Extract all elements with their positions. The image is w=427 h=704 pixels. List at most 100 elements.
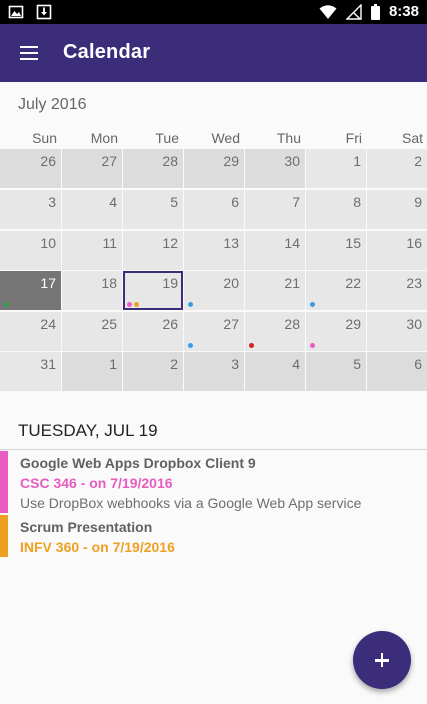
day-number: 2 bbox=[170, 356, 178, 372]
day-cell[interactable]: 7 bbox=[245, 190, 305, 229]
day-number: 29 bbox=[223, 153, 239, 169]
day-number: 1 bbox=[353, 153, 361, 169]
day-cell[interactable]: 26 bbox=[123, 312, 183, 351]
day-cell[interactable]: 23 bbox=[367, 271, 427, 310]
weekday-label: Wed bbox=[211, 130, 240, 146]
day-number: 4 bbox=[292, 356, 300, 372]
day-number: 24 bbox=[40, 316, 56, 332]
clock-time: 8:38 bbox=[388, 3, 419, 20]
calendar-grid: 26 27 28 29 30 1 2 3 4 5 6 7 8 9 10 11 12 13 14 15 16 17 18 19 2… bbox=[0, 149, 427, 391]
event-color-bar bbox=[0, 451, 8, 513]
day-number: 3 bbox=[231, 356, 239, 372]
day-number: 20 bbox=[223, 275, 239, 291]
day-cell[interactable]: 1 bbox=[62, 352, 122, 391]
event-item[interactable]: Google Web Apps Dropbox Client 9 CSC 346… bbox=[0, 451, 427, 513]
day-number: 23 bbox=[406, 275, 422, 291]
day-cell[interactable]: 16 bbox=[367, 231, 427, 270]
day-cell[interactable]: 6 bbox=[184, 190, 244, 229]
day-cell-today[interactable]: 17 bbox=[0, 271, 61, 310]
day-cell[interactable]: 22 bbox=[306, 271, 366, 310]
day-cell[interactable]: 28 bbox=[123, 149, 183, 188]
event-color-bar bbox=[0, 515, 8, 557]
event-indicator-dot bbox=[310, 302, 315, 307]
month-label: July 2016 bbox=[18, 96, 87, 113]
event-indicator-dot bbox=[188, 302, 193, 307]
day-cell[interactable]: 9 bbox=[367, 190, 427, 229]
day-cell[interactable]: 20 bbox=[184, 271, 244, 310]
day-cell[interactable]: 29 bbox=[306, 312, 366, 351]
day-cell[interactable]: 12 bbox=[123, 231, 183, 270]
day-cell[interactable]: 4 bbox=[62, 190, 122, 229]
day-cell[interactable]: 27 bbox=[62, 149, 122, 188]
day-number: 22 bbox=[345, 275, 361, 291]
day-number: 3 bbox=[48, 194, 56, 210]
day-number: 27 bbox=[223, 316, 239, 332]
day-number: 5 bbox=[353, 356, 361, 372]
day-number: 1 bbox=[109, 356, 117, 372]
day-cell[interactable]: 27 bbox=[184, 312, 244, 351]
event-title: Google Web Apps Dropbox Client 9 bbox=[20, 455, 256, 471]
day-cell-selected[interactable]: 19 bbox=[123, 271, 183, 310]
event-course: CSC 346 - on 7/19/2016 bbox=[20, 475, 173, 491]
weekday-label: Mon bbox=[90, 130, 118, 146]
event-item[interactable]: Scrum Presentation INFV 360 - on 7/19/20… bbox=[0, 515, 427, 557]
day-number: 5 bbox=[170, 194, 178, 210]
event-indicator-dot bbox=[134, 302, 139, 307]
event-indicator-dot bbox=[127, 302, 132, 307]
weekday-label: Sat bbox=[401, 130, 423, 146]
weekday-label: Thu bbox=[276, 130, 301, 146]
day-number: 28 bbox=[162, 153, 178, 169]
download-icon bbox=[36, 4, 52, 20]
day-cell[interactable]: 18 bbox=[62, 271, 122, 310]
day-number: 15 bbox=[345, 235, 361, 251]
day-cell[interactable]: 3 bbox=[184, 352, 244, 391]
event-title: Scrum Presentation bbox=[20, 519, 153, 535]
day-number: 29 bbox=[345, 316, 361, 332]
day-cell[interactable]: 15 bbox=[306, 231, 366, 270]
day-cell[interactable]: 3 bbox=[0, 190, 61, 229]
day-cell[interactable]: 4 bbox=[245, 352, 305, 391]
hamburger-menu-icon[interactable] bbox=[12, 37, 46, 69]
day-cell[interactable]: 2 bbox=[367, 149, 427, 188]
day-cell[interactable]: 30 bbox=[367, 312, 427, 351]
day-number: 6 bbox=[231, 194, 239, 210]
event-indicator-dot bbox=[249, 343, 254, 348]
day-number: 28 bbox=[284, 316, 300, 332]
weekday-label: Sun bbox=[32, 130, 57, 146]
day-number: 27 bbox=[101, 153, 117, 169]
battery-icon bbox=[370, 3, 380, 20]
day-number: 30 bbox=[284, 153, 300, 169]
add-event-button[interactable] bbox=[353, 631, 411, 689]
day-cell[interactable]: 29 bbox=[184, 149, 244, 188]
day-number: 30 bbox=[406, 316, 422, 332]
day-cell[interactable]: 28 bbox=[245, 312, 305, 351]
day-cell[interactable]: 31 bbox=[0, 352, 61, 391]
day-cell[interactable]: 8 bbox=[306, 190, 366, 229]
wifi-icon bbox=[319, 4, 337, 19]
day-cell[interactable]: 5 bbox=[306, 352, 366, 391]
event-indicator-dot bbox=[310, 343, 315, 348]
day-number: 14 bbox=[284, 235, 300, 251]
day-cell[interactable]: 13 bbox=[184, 231, 244, 270]
day-number: 26 bbox=[40, 153, 56, 169]
day-cell[interactable]: 2 bbox=[123, 352, 183, 391]
day-number: 26 bbox=[162, 316, 178, 332]
day-cell[interactable]: 11 bbox=[62, 231, 122, 270]
day-cell[interactable]: 1 bbox=[306, 149, 366, 188]
day-number: 16 bbox=[406, 235, 422, 251]
day-number: 11 bbox=[102, 235, 117, 251]
day-number: 8 bbox=[353, 194, 361, 210]
day-cell[interactable]: 5 bbox=[123, 190, 183, 229]
day-cell[interactable]: 25 bbox=[62, 312, 122, 351]
day-number: 10 bbox=[40, 235, 56, 251]
day-number: 6 bbox=[414, 356, 422, 372]
event-indicator-dot bbox=[188, 343, 193, 348]
day-cell[interactable]: 30 bbox=[245, 149, 305, 188]
day-cell[interactable]: 26 bbox=[0, 149, 61, 188]
day-cell[interactable]: 21 bbox=[245, 271, 305, 310]
day-cell[interactable]: 6 bbox=[367, 352, 427, 391]
day-cell[interactable]: 24 bbox=[0, 312, 61, 351]
day-cell[interactable]: 14 bbox=[245, 231, 305, 270]
app-title: Calendar bbox=[63, 41, 151, 63]
day-cell[interactable]: 10 bbox=[0, 231, 61, 270]
